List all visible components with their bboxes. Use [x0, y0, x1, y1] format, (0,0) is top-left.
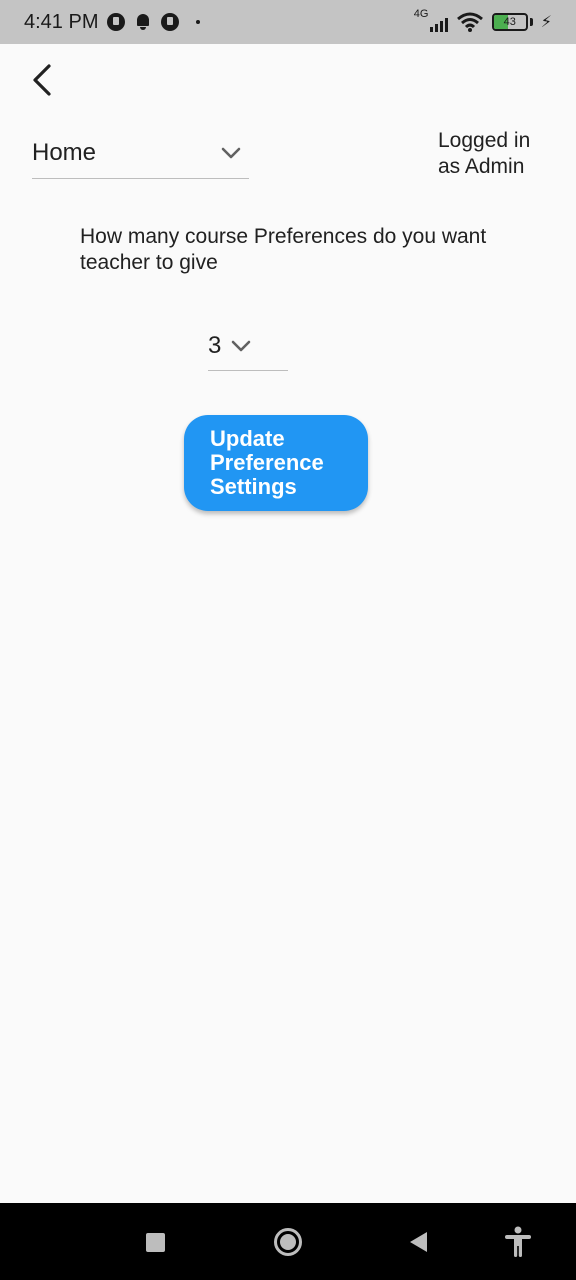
battery-icon: 43: [491, 13, 528, 31]
back-button[interactable]: [22, 58, 62, 102]
recents-icon: [145, 1232, 165, 1252]
battery-cap: [529, 18, 533, 26]
preference-count-dropdown[interactable]: 3: [208, 322, 288, 371]
network-type: 4G: [413, 8, 429, 20]
wifi-icon: [456, 12, 483, 32]
system-nav-bar: [0, 1203, 576, 1280]
update-preference-settings-button[interactable]: Update Preference Settings: [184, 415, 368, 511]
bell-icon: [136, 14, 150, 30]
navigation-dropdown[interactable]: Home: [32, 128, 249, 179]
app-notification-icon: [107, 13, 126, 31]
status-left: 4:41 PM: [24, 10, 201, 34]
battery-level: 43: [503, 16, 516, 28]
chevron-down-icon: [221, 147, 241, 159]
home-icon: [274, 1228, 302, 1256]
chevron-down-icon: [231, 340, 251, 352]
status-bar: 4:41 PM 4G 43 ⚡: [0, 0, 576, 44]
home-button[interactable]: [271, 1225, 305, 1259]
login-status: Logged in as Admin: [438, 129, 531, 178]
preferences-question: How many course Preferences do you want …: [80, 225, 487, 274]
accessibility-button[interactable]: [501, 1225, 535, 1259]
charging-icon: ⚡: [540, 14, 552, 31]
signal-icon: 4G: [413, 8, 448, 34]
status-right: 4G 43 ⚡: [413, 8, 552, 34]
app-notification-icon: [161, 13, 180, 31]
back-triangle-icon: [410, 1232, 427, 1252]
more-notifications-dot-icon: [196, 20, 201, 24]
status-time: 4:41 PM: [24, 10, 99, 33]
system-back-button[interactable]: [401, 1225, 435, 1259]
preference-count-value: 3: [208, 332, 222, 359]
recents-button[interactable]: [138, 1225, 172, 1259]
back-arrow-icon: [33, 64, 51, 96]
navigation-dropdown-value: Home: [32, 139, 97, 166]
accessibility-icon: [505, 1226, 531, 1257]
